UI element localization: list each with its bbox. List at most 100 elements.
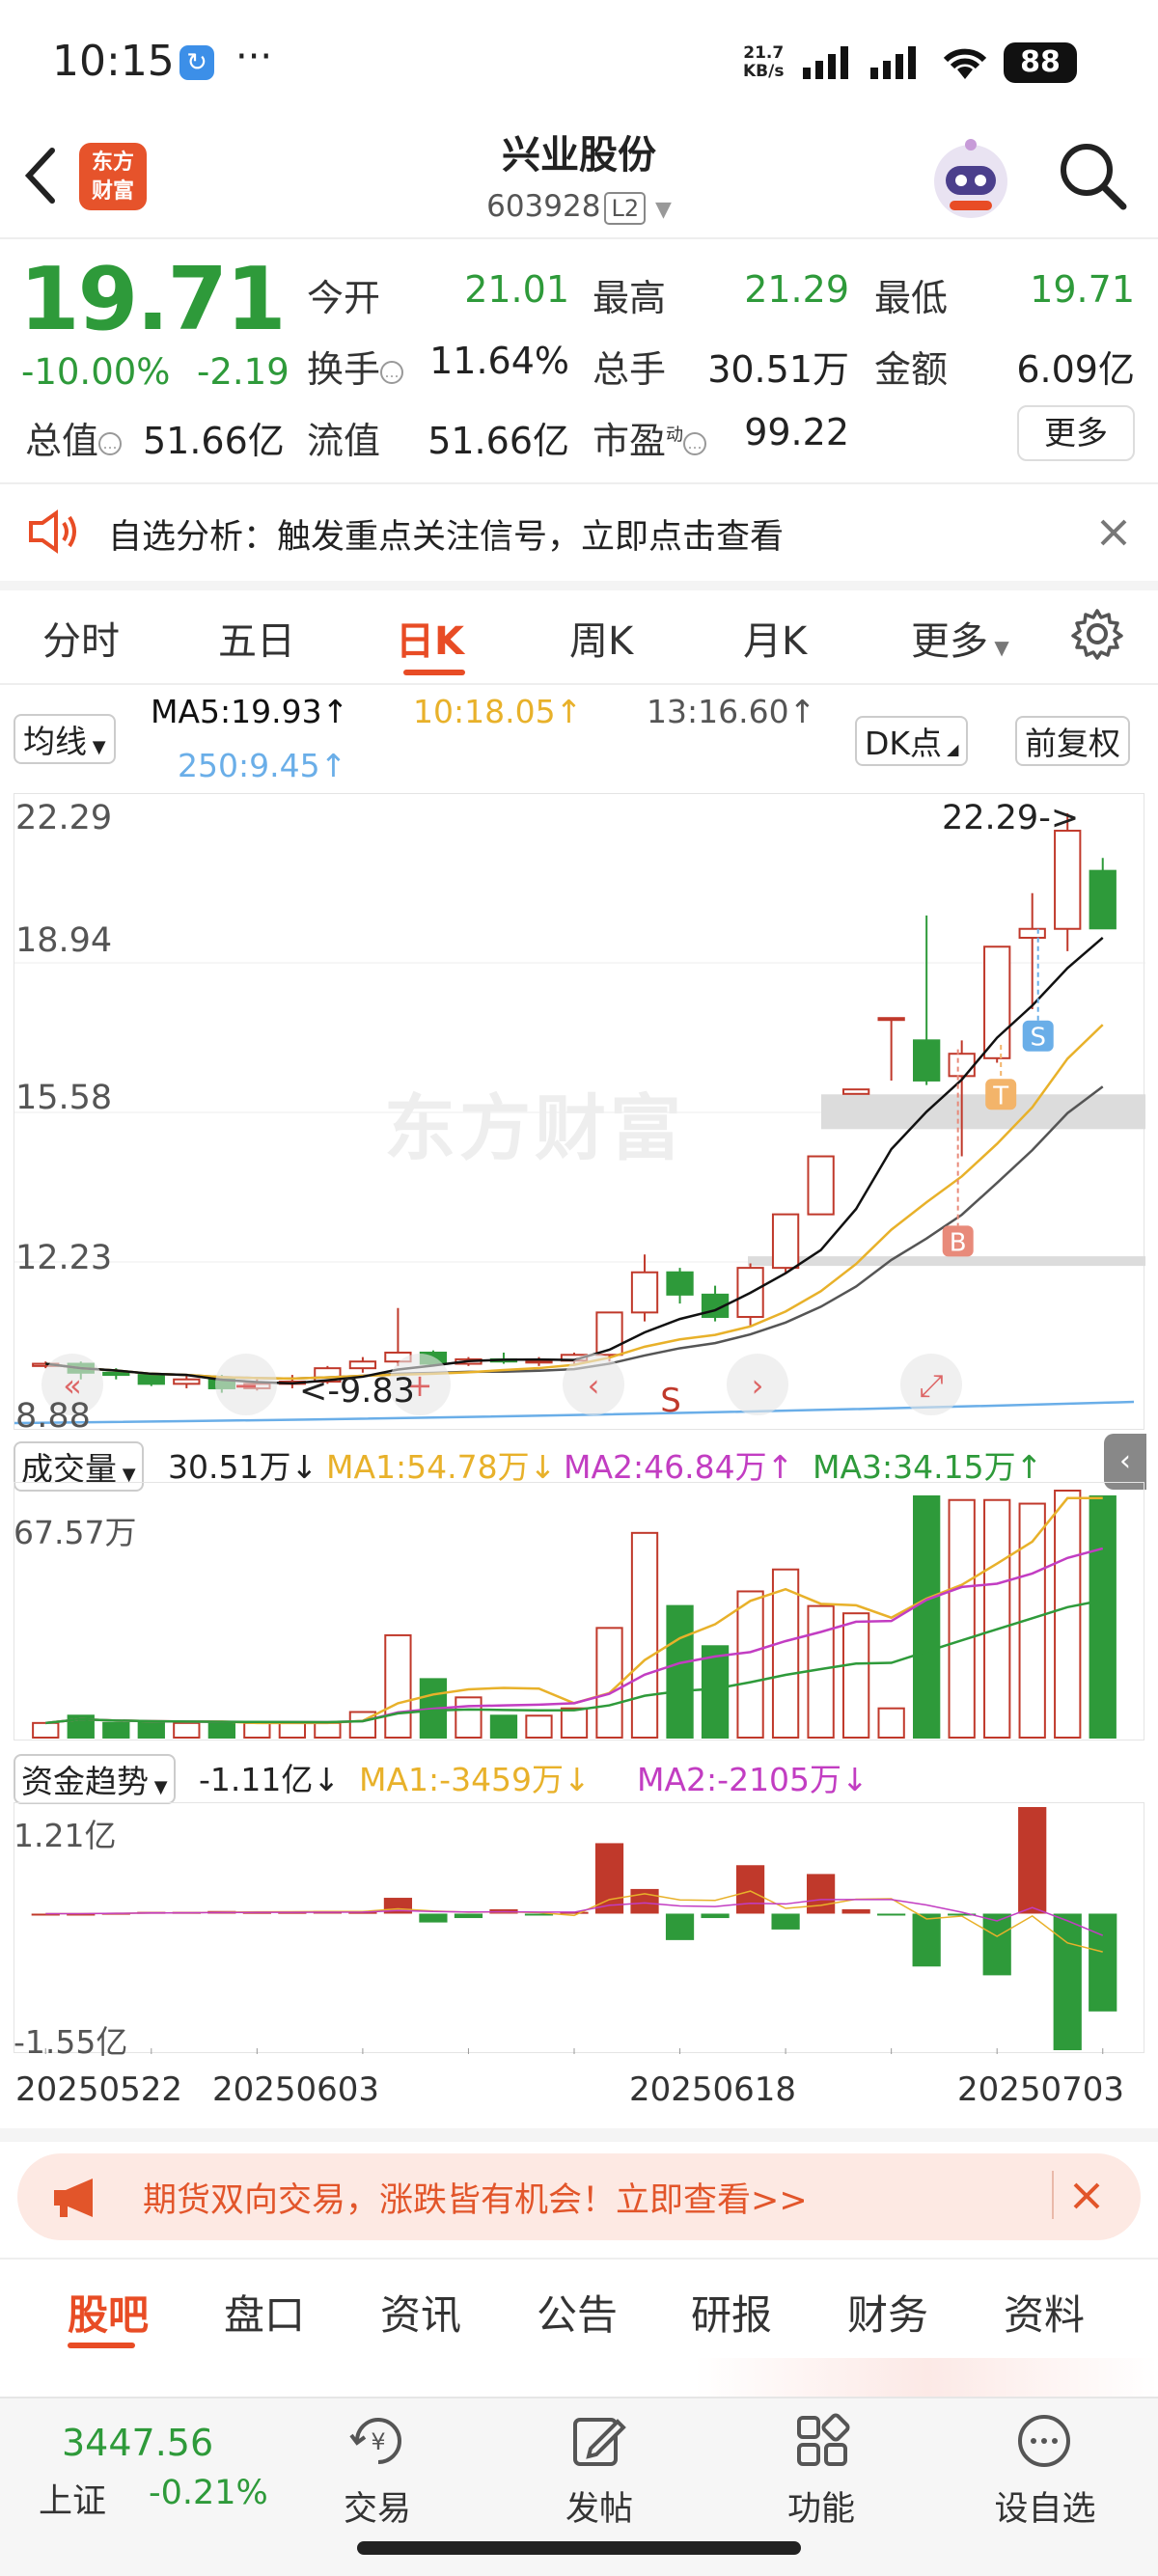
candle-body	[1089, 869, 1117, 930]
s-marker: S	[660, 1382, 681, 1420]
tab-announcements[interactable]: 公告	[537, 2283, 618, 2342]
high-annotation: 22.29->	[942, 799, 1080, 837]
tab-news[interactable]: 资讯	[380, 2283, 461, 2342]
chart-nav-icon: −	[234, 1367, 260, 1404]
fund-bar	[1018, 1807, 1047, 1914]
volume-current: 30.51万↓	[168, 1448, 318, 1486]
settings-gear-icon[interactable]	[1071, 608, 1123, 660]
change-percent: -10.00%	[21, 351, 171, 393]
fund-bar	[735, 1865, 765, 1914]
megaphone-icon	[54, 2179, 93, 2217]
active-bottom-tab-indicator	[68, 2343, 135, 2348]
function-grid-icon[interactable]	[793, 2412, 851, 2470]
volume-svg	[32, 1490, 1117, 1740]
stock-name: 兴业股份	[502, 133, 656, 178]
volume-bar	[630, 1531, 659, 1739]
cellular-signal-icon	[803, 46, 848, 79]
more-quote-button[interactable]: 更多	[1017, 405, 1135, 461]
fund-indicator-selector[interactable]: 资金趋势 ▼	[14, 1754, 176, 1804]
tab-profile[interactable]: 资料	[1004, 2283, 1085, 2342]
app-notification-icon: ↻	[179, 45, 214, 80]
tab-finance[interactable]: 财务	[847, 2283, 928, 2342]
fund-bar	[594, 1843, 624, 1914]
amount-label: 金额	[874, 348, 949, 391]
tab-monthly-k[interactable]: 月K	[743, 610, 807, 666]
fund-bar	[701, 1913, 730, 1919]
volume-bar	[455, 1696, 482, 1740]
app-logo: 东方 财富	[79, 143, 147, 210]
battery-indicator: 88	[1004, 42, 1077, 83]
info-icon[interactable]: …	[380, 360, 404, 384]
close-promo-icon[interactable]	[1071, 2180, 1102, 2211]
close-icon[interactable]	[1098, 517, 1129, 548]
volume-bar	[243, 1721, 271, 1740]
fund-max-label: 1.21亿	[14, 1817, 117, 1854]
volume-bar	[877, 1707, 905, 1739]
network-speed: 21.7 KB/s	[743, 43, 785, 81]
promo-text[interactable]: 期货双向交易，涨跌皆有机会！立即查看>>	[143, 2173, 808, 2222]
trade-icon[interactable]: ¥	[347, 2414, 409, 2468]
tab-five-day[interactable]: 五日	[218, 610, 295, 666]
speaker-icon	[29, 509, 76, 554]
volume-bar	[1089, 1494, 1117, 1740]
candle-body	[877, 1017, 905, 1022]
open-label: 今开	[307, 277, 381, 319]
tab-guba[interactable]: 股吧	[68, 2283, 149, 2342]
volume-max-label: 67.57万	[14, 1514, 137, 1551]
buy-marker-label: B	[950, 1228, 967, 1257]
tab-weekly-k[interactable]: 周K	[569, 610, 633, 666]
index-value[interactable]: 3447.56	[62, 2422, 213, 2464]
volume-bar	[525, 1714, 553, 1740]
tab-more[interactable]: 更多 ▼	[911, 610, 1009, 666]
y-tick-label: 12.23	[15, 1239, 113, 1277]
ma5-value: MA5:19.93↑	[151, 693, 349, 730]
market-cap-value: 51.66亿	[143, 420, 285, 462]
ma-selector[interactable]: 均线 ▼	[14, 714, 116, 764]
volume-bar	[102, 1721, 130, 1740]
volume-bar	[913, 1494, 941, 1740]
fund-bar	[630, 1888, 659, 1914]
info-icon[interactable]: …	[683, 431, 707, 455]
add-watchlist-label[interactable]: 设自选	[973, 2481, 1117, 2531]
home-indicator	[357, 2541, 801, 2555]
promo-divider	[1052, 2171, 1054, 2219]
ma10-value: 10:18.05↑	[413, 693, 583, 730]
low-label: 最低	[874, 277, 949, 319]
tab-research[interactable]: 研报	[691, 2283, 772, 2342]
candle-body	[102, 1371, 130, 1377]
y-tick-label: 22.29	[15, 799, 113, 837]
search-icon[interactable]	[1056, 139, 1129, 212]
amount-value: 6.09亿	[1016, 348, 1135, 391]
volume-bar	[173, 1721, 201, 1740]
fund-ma1: MA1:-3459万↓	[359, 1761, 591, 1798]
pe-value: 99.22	[744, 411, 849, 453]
volume-bar	[278, 1721, 307, 1740]
function-label[interactable]: 功能	[749, 2481, 894, 2531]
trade-label[interactable]: 交易	[305, 2481, 450, 2531]
post-label[interactable]: 发帖	[527, 2481, 672, 2531]
candle-body	[525, 1359, 553, 1364]
adjust-mode-button[interactable]: 前复权	[1015, 716, 1130, 766]
ai-assistant-robot-icon[interactable]	[924, 133, 1017, 226]
post-edit-icon[interactable]	[569, 2412, 627, 2470]
volume-chart[interactable]	[14, 1482, 1144, 1740]
index-name[interactable]: 上证	[39, 2474, 106, 2523]
index-change[interactable]: -0.21%	[149, 2474, 268, 2512]
candle-body	[348, 1360, 377, 1370]
info-icon[interactable]: …	[98, 431, 123, 455]
watermark: 东方财富	[384, 1087, 685, 1170]
float-cap-value: 51.66亿	[427, 420, 569, 462]
candle-body	[948, 1053, 976, 1078]
volume-bar	[771, 1568, 800, 1739]
back-arrow-icon[interactable]	[21, 145, 60, 206]
fund-flow-chart[interactable]	[14, 1802, 1144, 2054]
fund-bar	[419, 1913, 448, 1923]
dk-point-button[interactable]: DK点 ◢	[855, 716, 969, 766]
stock-code-selector[interactable]: 603928 L2 ▼	[463, 189, 695, 225]
y-tick-label: 15.58	[15, 1079, 113, 1117]
tab-pankou[interactable]: 盘口	[224, 2283, 305, 2342]
add-watchlist-icon[interactable]	[1015, 2412, 1073, 2470]
signal-notice[interactable]: 自选分析：触发重点关注信号，立即点击查看	[108, 509, 784, 559]
tab-daily-k[interactable]: 日K	[396, 610, 464, 666]
tab-intraday[interactable]: 分时	[42, 610, 120, 666]
